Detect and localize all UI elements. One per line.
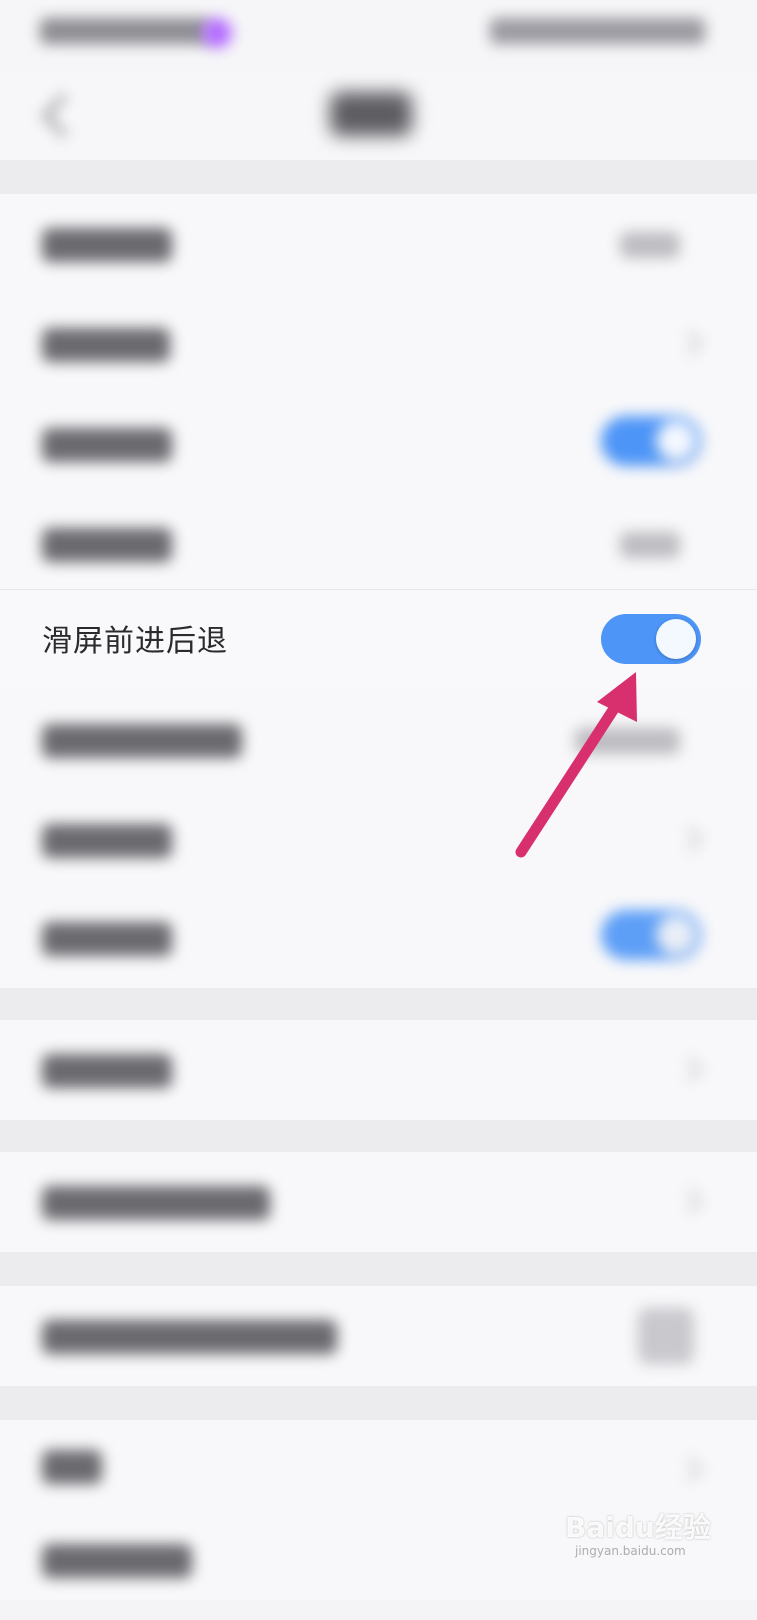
settings-row-blurred-2[interactable] [0, 294, 757, 394]
section-gap [0, 988, 757, 1020]
toggle-knob [656, 915, 696, 955]
settings-row-blurred-8[interactable] [0, 888, 757, 988]
settings-row-blurred-1[interactable] [0, 194, 757, 294]
chevron-right-icon [677, 1456, 703, 1482]
row-label-blurred [42, 528, 172, 562]
page-header [0, 70, 757, 160]
row-label-blurred [42, 922, 172, 956]
settings-group-3 [0, 1152, 757, 1252]
section-gap [0, 160, 757, 194]
settings-row-blurred-9[interactable] [0, 1020, 757, 1120]
toggle-switch-blurred[interactable] [601, 910, 701, 960]
row-icon-blurred [638, 1308, 694, 1364]
settings-row-blurred-10[interactable] [0, 1152, 757, 1252]
status-bar [0, 0, 757, 70]
status-bar-left-blur [40, 18, 210, 44]
row-label-blurred [42, 1320, 337, 1354]
chevron-right-icon [677, 826, 703, 852]
back-icon[interactable] [41, 93, 86, 138]
status-bar-right-blur [490, 18, 705, 44]
swipe-navigation-label: 滑屏前进后退 [42, 624, 228, 659]
row-value-blurred [620, 232, 680, 258]
settings-row-blurred-11[interactable] [0, 1286, 757, 1386]
row-label-blurred [42, 824, 172, 858]
section-gap [0, 1120, 757, 1152]
row-label-blurred [42, 428, 172, 462]
toggle-knob [656, 619, 696, 659]
settings-row-blurred-4[interactable] [0, 494, 757, 594]
row-value-blurred [620, 532, 680, 558]
row-label-blurred [42, 1186, 270, 1220]
row-label-blurred [42, 328, 170, 362]
swipe-navigation-toggle[interactable] [601, 614, 701, 664]
row-label-blurred [42, 724, 242, 758]
row-label-blurred [42, 228, 172, 262]
row-label-blurred [42, 1544, 192, 1578]
annotation-arrow-icon [515, 672, 637, 858]
watermark-url: jingyan.baidu.com [575, 1544, 686, 1558]
row-label-blurred [42, 1054, 172, 1088]
status-notification-dot [202, 18, 232, 48]
settings-group-2 [0, 1020, 757, 1120]
settings-group-4 [0, 1286, 757, 1386]
page-title-blurred [330, 92, 412, 136]
section-gap [0, 1386, 757, 1420]
settings-row-blurred-3[interactable] [0, 394, 757, 494]
row-label-blurred [42, 1450, 102, 1484]
toggle-knob [656, 421, 696, 461]
watermark-brand: Baidu经验 [565, 1511, 711, 1544]
chevron-right-icon [677, 1056, 703, 1082]
section-gap [0, 1252, 757, 1286]
toggle-switch-blurred[interactable] [601, 416, 701, 466]
chevron-right-icon [677, 1188, 703, 1214]
chevron-right-icon [677, 330, 703, 356]
baidu-watermark: Baidu经验 jingyan.baidu.com [565, 1488, 711, 1568]
